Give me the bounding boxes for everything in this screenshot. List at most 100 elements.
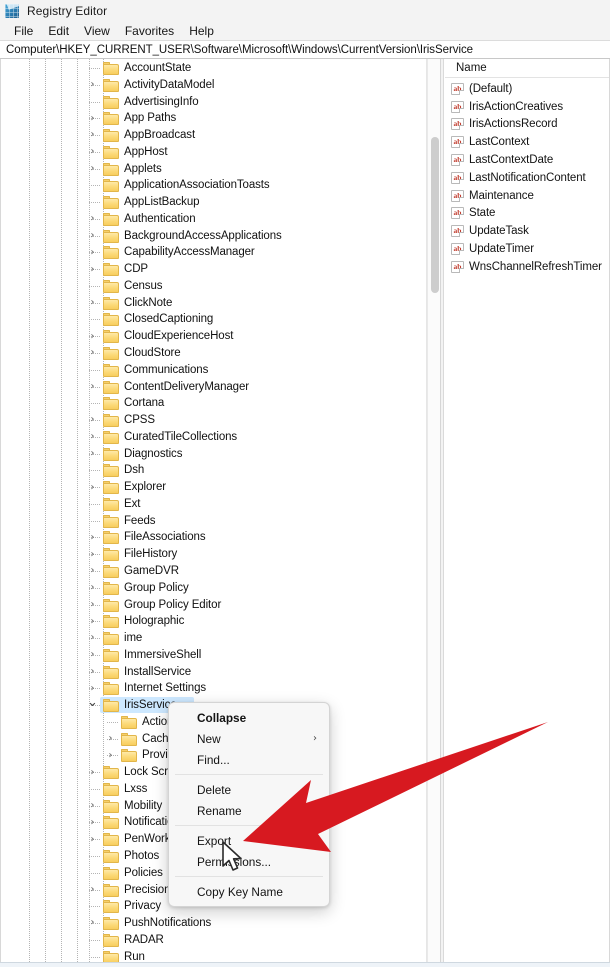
tree-item-group-policy-editor[interactable]: › Group Policy Editor: [0, 597, 426, 614]
context-menu[interactable]: Collapse New › Find... Delete Rename Export Per…: [168, 702, 330, 907]
chevron-right-icon[interactable]: ›: [87, 161, 98, 177]
chevron-right-icon[interactable]: ›: [87, 664, 98, 680]
tree-item-immersiveshell[interactable]: › ImmersiveShell: [0, 647, 426, 664]
tree-item-activitydatamodel[interactable]: › ActivityDataModel: [0, 77, 426, 94]
chevron-right-icon[interactable]: ›: [87, 295, 98, 311]
tree-item-group-policy[interactable]: › Group Policy: [0, 580, 426, 597]
chevron-right-icon[interactable]: ›: [87, 614, 98, 630]
value-row[interactable]: ab LastNotificationContent: [445, 169, 610, 187]
tree-item-fileassociations[interactable]: › FileAssociations: [0, 529, 426, 546]
tree-item-filehistory[interactable]: › FileHistory: [0, 546, 426, 563]
chevron-right-icon[interactable]: ›: [87, 681, 98, 697]
tree-item-census[interactable]: Census: [0, 278, 426, 295]
chevron-right-icon[interactable]: ›: [87, 262, 98, 278]
tree-item-clicknote[interactable]: › ClickNote: [0, 295, 426, 312]
chevron-right-icon[interactable]: ›: [87, 630, 98, 646]
context-menu-item-find-[interactable]: Find...: [169, 749, 329, 770]
tree-item-authentication[interactable]: › Authentication: [0, 211, 426, 228]
context-menu-item-export[interactable]: Export: [169, 830, 329, 851]
value-row[interactable]: ab Maintenance: [445, 187, 610, 205]
chevron-right-icon[interactable]: ›: [87, 882, 98, 898]
chevron-right-icon[interactable]: ›: [87, 446, 98, 462]
tree-item-cloudstore[interactable]: › CloudStore: [0, 345, 426, 362]
value-row[interactable]: ab LastContextDate: [445, 151, 610, 169]
menu-help[interactable]: Help: [182, 23, 222, 39]
tree-item-explorer[interactable]: › Explorer: [0, 479, 426, 496]
tree-item-backgroundaccessapplications[interactable]: › BackgroundAccessApplications: [0, 228, 426, 245]
context-menu-item-delete[interactable]: Delete: [169, 779, 329, 800]
chevron-right-icon[interactable]: ›: [87, 563, 98, 579]
context-menu-item-copy-key-name[interactable]: Copy Key Name: [169, 881, 329, 902]
values-list[interactable]: ab (Default) ab IrisActionCreatives ab IrisAc…: [445, 78, 610, 276]
address-bar[interactable]: Computer\HKEY_CURRENT_USER\Software\Micr…: [0, 40, 610, 59]
chevron-right-icon[interactable]: ›: [87, 211, 98, 227]
value-row[interactable]: ab (Default): [445, 80, 610, 98]
value-row[interactable]: ab UpdateTimer: [445, 240, 610, 258]
tree-item-applets[interactable]: › Applets: [0, 161, 426, 178]
chevron-right-icon[interactable]: ›: [87, 127, 98, 143]
value-row[interactable]: ab LastContext: [445, 133, 610, 151]
tree-scrollbar-thumb[interactable]: [431, 137, 439, 293]
context-menu-item-rename[interactable]: Rename: [169, 800, 329, 821]
chevron-right-icon[interactable]: ›: [87, 798, 98, 814]
tree-item-appbroadcast[interactable]: › AppBroadcast: [0, 127, 426, 144]
chevron-right-icon[interactable]: ›: [87, 530, 98, 546]
menu-favorites[interactable]: Favorites: [118, 23, 182, 39]
value-row[interactable]: ab WnsChannelRefreshTimer: [445, 258, 610, 276]
tree-item-cortana[interactable]: Cortana: [0, 395, 426, 412]
chevron-down-icon[interactable]: ⌄: [87, 696, 98, 713]
registry-values-pane[interactable]: Name ab (Default) ab IrisActionCreatives ab I…: [445, 59, 610, 962]
chevron-right-icon[interactable]: ›: [87, 144, 98, 160]
context-menu-item-new[interactable]: New ›: [169, 728, 329, 749]
chevron-right-icon[interactable]: ›: [87, 379, 98, 395]
chevron-right-icon[interactable]: ›: [105, 731, 116, 747]
chevron-right-icon[interactable]: ›: [87, 580, 98, 596]
tree-item-closedcaptioning[interactable]: ClosedCaptioning: [0, 311, 426, 328]
tree-item-communications[interactable]: Communications: [0, 362, 426, 379]
tree-item-ime[interactable]: › ime: [0, 630, 426, 647]
chevron-right-icon[interactable]: ›: [87, 765, 98, 781]
tree-item-contentdeliverymanager[interactable]: › ContentDeliveryManager: [0, 379, 426, 396]
chevron-right-icon[interactable]: ›: [87, 245, 98, 261]
value-row[interactable]: ab State: [445, 205, 610, 223]
tree-item-cdp[interactable]: › CDP: [0, 261, 426, 278]
tree-item-advertisinginfo[interactable]: AdvertisingInfo: [0, 94, 426, 111]
tree-item-cpss[interactable]: › CPSS: [0, 412, 426, 429]
tree-item-curatedtilecollections[interactable]: › CuratedTileCollections: [0, 429, 426, 446]
tree-item-ext[interactable]: Ext: [0, 496, 426, 513]
tree-item-holographic[interactable]: › Holographic: [0, 613, 426, 630]
tree-item-dsh[interactable]: Dsh: [0, 462, 426, 479]
menu-view[interactable]: View: [77, 23, 118, 39]
chevron-right-icon[interactable]: ›: [87, 832, 98, 848]
tree-item-diagnostics[interactable]: › Diagnostics: [0, 446, 426, 463]
tree-item-applistbackup[interactable]: AppListBackup: [0, 194, 426, 211]
value-row[interactable]: ab IrisActionsRecord: [445, 116, 610, 134]
chevron-right-icon[interactable]: ›: [105, 748, 116, 764]
chevron-right-icon[interactable]: ›: [87, 480, 98, 496]
values-column-header[interactable]: Name: [445, 59, 610, 78]
chevron-right-icon[interactable]: ›: [87, 329, 98, 345]
chevron-right-icon[interactable]: ›: [87, 345, 98, 361]
value-row[interactable]: ab IrisActionCreatives: [445, 98, 610, 116]
chevron-right-icon[interactable]: ›: [87, 647, 98, 663]
menu-edit[interactable]: Edit: [41, 23, 77, 39]
chevron-right-icon[interactable]: ›: [87, 228, 98, 244]
tree-item-installservice[interactable]: › InstallService: [0, 664, 426, 681]
menu-file[interactable]: File: [7, 23, 41, 39]
tree-item-capabilityaccessmanager[interactable]: › CapabilityAccessManager: [0, 244, 426, 261]
chevron-right-icon[interactable]: ›: [87, 412, 98, 428]
tree-item-run[interactable]: Run: [0, 949, 426, 962]
chevron-right-icon[interactable]: ›: [87, 597, 98, 613]
value-row[interactable]: ab UpdateTask: [445, 222, 610, 240]
tree-item-radar[interactable]: RADAR: [0, 932, 426, 949]
chevron-right-icon[interactable]: ›: [87, 815, 98, 831]
chevron-right-icon[interactable]: ›: [87, 429, 98, 445]
chevron-right-icon[interactable]: ›: [87, 77, 98, 93]
chevron-right-icon[interactable]: ›: [87, 915, 98, 931]
tree-vertical-scrollbar[interactable]: [427, 59, 441, 962]
tree-item-apphost[interactable]: › AppHost: [0, 144, 426, 161]
context-menu-item-permissions-[interactable]: Permissions...: [169, 851, 329, 872]
tree-item-internet-settings[interactable]: › Internet Settings: [0, 680, 426, 697]
chevron-right-icon[interactable]: ›: [87, 547, 98, 563]
tree-item-app-paths[interactable]: › App Paths: [0, 110, 426, 127]
